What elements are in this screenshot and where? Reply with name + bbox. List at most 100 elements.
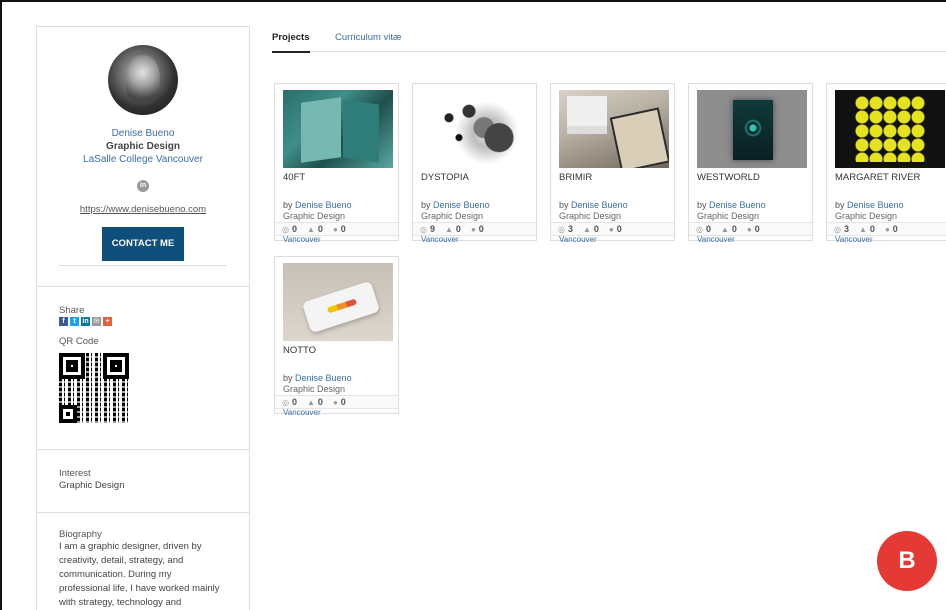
comments-stat[interactable]: ● 0 [333,397,346,407]
figure-label-badge: B [877,531,937,591]
likes-count: 0 [455,224,461,234]
likes-count: 0 [731,224,737,234]
project-card[interactable]: WESTWORLD by Denise Bueno Graphic Design… [688,83,813,243]
project-location[interactable]: Vancouver [283,409,321,416]
project-author-link[interactable]: Denise Bueno [847,200,904,210]
project-stats: ◎ 0 ▲ 0 ● 0 [275,222,398,236]
email-icon[interactable]: ✉ [92,317,101,326]
comment-icon: ● [884,225,890,234]
profile-school[interactable]: LaSalle College Vancouver [37,153,249,166]
comment-icon: ● [332,398,338,407]
comment-icon: ● [608,225,614,234]
project-card[interactable]: NOTTO by Denise Bueno Graphic Design ◎ 0 … [274,256,399,416]
project-author-link[interactable]: Denise Bueno [571,200,628,210]
project-card[interactable]: 40FT by Denise Bueno Graphic Design ◎ 0 ▲… [274,83,399,243]
views-count: 0 [291,224,297,234]
plus-icon[interactable]: + [103,317,112,326]
eye-icon: ◎ [282,398,289,407]
project-author-line: by Denise Bueno [421,200,490,210]
project-title[interactable]: DYSTOPIA [421,172,469,183]
project-stats: ◎ 0 ▲ 0 ● 0 [689,222,812,236]
biography-line: with strategy, technology and [59,597,182,608]
project-location[interactable]: Vancouver [559,236,597,243]
project-thumbnail[interactable] [283,90,393,168]
project-title[interactable]: BRIMIR [559,172,592,183]
views-stat: ◎ 3 [834,224,849,234]
project-stats: ◎ 0 ▲ 0 ● 0 [275,395,398,409]
twitter-icon[interactable]: t [70,317,79,326]
project-author-link[interactable]: Denise Bueno [433,200,490,210]
comments-count: 0 [340,224,346,234]
project-title[interactable]: WESTWORLD [697,172,760,183]
thumbs-up-icon: ▲ [307,398,315,407]
likes-count: 0 [317,224,323,234]
tab-curriculum-vitae[interactable]: Curriculum vitæ [335,32,402,43]
project-card[interactable]: BRIMIR by Denise Bueno Graphic Design ◎ 3… [550,83,675,243]
project-card[interactable]: MARGARET RIVER by Denise Bueno Graphic D… [826,83,946,243]
project-stats: ◎ 9 ▲ 0 ● 0 [413,222,536,236]
eye-icon: ◎ [696,225,703,234]
eye-icon: ◎ [282,225,289,234]
likes-stat[interactable]: ▲ 0 [721,224,737,234]
project-location[interactable]: Vancouver [697,236,735,243]
likes-stat[interactable]: ▲ 0 [307,224,323,234]
project-author-link[interactable]: Denise Bueno [295,373,352,383]
project-title[interactable]: 40FT [283,172,305,183]
likes-stat[interactable]: ▲ 0 [445,224,461,234]
project-thumbnail[interactable] [835,90,945,168]
likes-stat[interactable]: ▲ 0 [583,224,599,234]
likes-stat[interactable]: ▲ 0 [307,397,323,407]
divider [59,265,227,266]
biography-label: Biography [59,529,102,540]
comments-stat[interactable]: ● 0 [333,224,346,234]
avatar [108,45,178,115]
page-frame: Denise Bueno Graphic Design LaSalle Coll… [0,0,946,610]
comments-count: 0 [754,224,760,234]
project-thumbnail[interactable] [283,263,393,341]
comments-stat[interactable]: ● 0 [885,224,898,234]
tab-projects[interactable]: Projects [272,32,310,53]
comments-stat[interactable]: ● 0 [471,224,484,234]
project-category: Graphic Design [559,211,622,221]
comment-icon: ● [332,225,338,234]
project-author-link[interactable]: Denise Bueno [709,200,766,210]
comments-stat[interactable]: ● 0 [609,224,622,234]
project-title[interactable]: MARGARET RIVER [835,172,920,183]
profile-website-link[interactable]: https://www.denisebueno.com [37,204,249,216]
project-thumbnail[interactable] [697,90,807,168]
biography-section: Biography I am a graphic designer, drive… [37,513,249,610]
project-thumbnail[interactable] [421,90,531,168]
profile-role: Graphic Design [106,141,180,152]
project-location[interactable]: Vancouver [283,236,321,243]
linkedin-icon[interactable]: in [81,317,90,326]
project-author-line: by Denise Bueno [697,200,766,210]
project-location[interactable]: Vancouver [835,236,873,243]
profile-name[interactable]: Denise Bueno [37,127,249,140]
views-count: 0 [705,224,711,234]
project-thumbnail[interactable] [559,90,669,168]
qr-code-image [59,353,129,423]
biography-line: I am a graphic designer, driven by [59,541,202,552]
likes-stat[interactable]: ▲ 0 [859,224,875,234]
project-category: Graphic Design [421,211,484,221]
biography-line: creativity, detail, strategy, and [59,555,184,566]
share-label: Share [59,305,85,316]
project-card[interactable]: DYSTOPIA by Denise Bueno Graphic Design … [412,83,537,243]
by-prefix: by [283,373,293,383]
comment-icon: ● [470,225,476,234]
interest-label: Interest [59,468,91,479]
contact-me-button[interactable]: CONTACT ME [102,227,184,261]
linkedin-icon[interactable]: in [137,180,149,192]
project-category: Graphic Design [283,384,346,394]
comments-stat[interactable]: ● 0 [747,224,760,234]
project-title[interactable]: NOTTO [283,345,316,356]
thumbs-up-icon: ▲ [721,225,729,234]
views-count: 3 [843,224,849,234]
project-author-link[interactable]: Denise Bueno [295,200,352,210]
biography-line: communication. During my [59,569,172,580]
project-location[interactable]: Vancouver [421,236,459,243]
likes-count: 0 [317,397,323,407]
facebook-icon[interactable]: f [59,317,68,326]
views-stat: ◎ 3 [558,224,573,234]
project-category: Graphic Design [835,211,898,221]
